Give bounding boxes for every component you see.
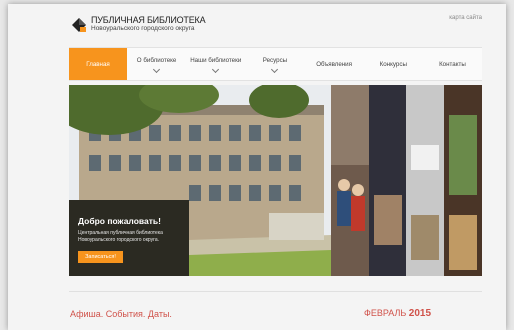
logo-text: ПУБЛИЧНАЯ БИБЛИОТЕКА Новоуральского горо… bbox=[91, 15, 206, 33]
nav-label: Ресурсы bbox=[262, 56, 288, 64]
month-name: ФЕВРАЛЬ bbox=[364, 308, 407, 318]
nav-item-contacts[interactable]: Контакты bbox=[423, 48, 482, 80]
nav-item-resources[interactable]: Ресурсы bbox=[245, 48, 304, 80]
welcome-title: Добро пожаловать! bbox=[78, 216, 161, 226]
nav-item-our-libraries[interactable]: Наши библиотеки bbox=[186, 48, 245, 80]
month-year: 2015 bbox=[408, 308, 432, 319]
divider bbox=[69, 291, 482, 292]
events-heading: Афиша. События. Даты. bbox=[70, 309, 172, 319]
hero-image bbox=[69, 85, 482, 276]
nav-item-contests[interactable]: Конкурсы bbox=[364, 48, 423, 80]
main-nav: Главная О библиотеке Наши библиотеки Рес… bbox=[69, 47, 482, 81]
nav-item-home[interactable]: Главная bbox=[69, 48, 127, 80]
nav-label: Объявления bbox=[316, 60, 352, 68]
page: ПУБЛИЧНАЯ БИБЛИОТЕКА Новоуральского горо… bbox=[8, 4, 506, 330]
nav-item-announcements[interactable]: Объявления bbox=[305, 48, 364, 80]
nav-label: Главная bbox=[86, 60, 110, 68]
chevron-down-icon bbox=[153, 65, 161, 73]
nav-label: О библиотеке bbox=[136, 56, 177, 64]
nav-label: Наши библиотеки bbox=[190, 56, 242, 64]
chevron-down-icon bbox=[271, 65, 279, 73]
site-logo[interactable]: ПУБЛИЧНАЯ БИБЛИОТЕКА Новоуральского горо… bbox=[71, 15, 206, 33]
site-subtitle: Новоуральского городского округа bbox=[91, 25, 195, 32]
register-button[interactable]: Записаться! bbox=[78, 251, 123, 263]
sitemap-link[interactable]: карта сайта bbox=[449, 15, 482, 21]
month-heading: ФЕВРАЛЬ 2015 bbox=[364, 308, 431, 319]
nav-label: Конкурсы bbox=[379, 60, 407, 68]
site-title: ПУБЛИЧНАЯ БИБЛИОТЕКА bbox=[91, 15, 206, 25]
welcome-text: Центральная публичная библиотека Новоура… bbox=[78, 230, 163, 243]
hero-banner bbox=[69, 85, 482, 276]
welcome-block: Добро пожаловать! Центральная публичная … bbox=[78, 216, 170, 244]
book-logo-icon bbox=[72, 18, 86, 32]
nav-label: Контакты bbox=[439, 60, 466, 68]
nav-item-about[interactable]: О библиотеке bbox=[127, 48, 186, 80]
chevron-down-icon bbox=[212, 65, 220, 73]
